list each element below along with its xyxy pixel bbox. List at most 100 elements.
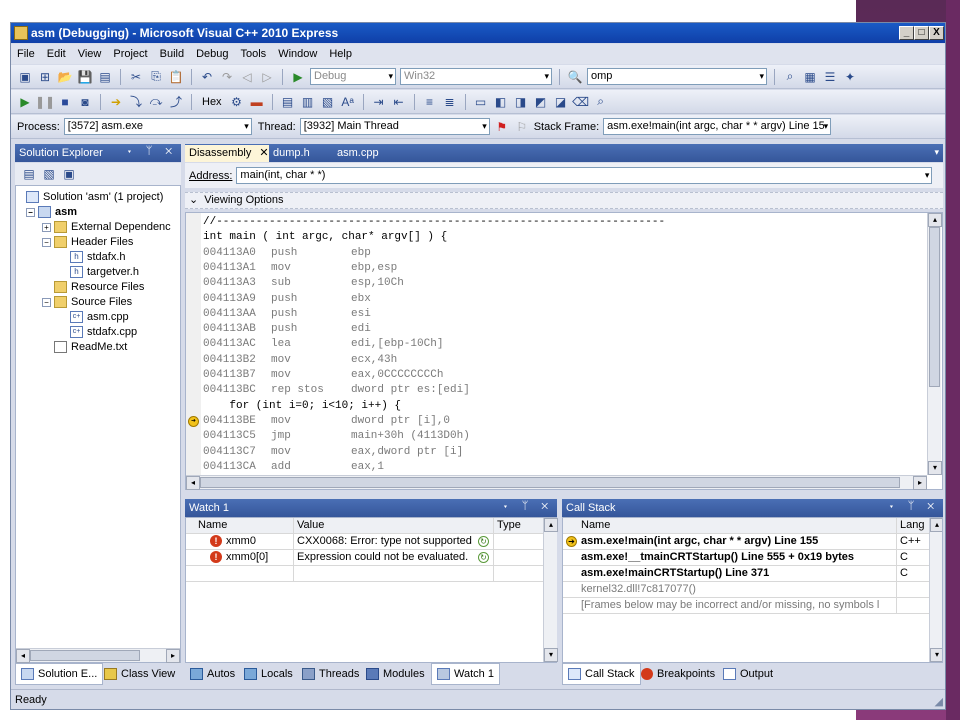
close-icon[interactable]: ✕ <box>259 147 268 159</box>
tree-item-asm-cpp[interactable]: c+ asm.cpp <box>70 310 129 325</box>
menu-file[interactable]: File <box>17 48 35 60</box>
table-row[interactable]: ! xmm0 CXX0068: Error: type not supported… <box>186 534 544 550</box>
maximize-button[interactable]: □ <box>914 26 929 40</box>
tab-call-stack[interactable]: Call Stack <box>562 663 641 685</box>
clear-bookmarks-icon[interactable]: ⌫ <box>572 94 589 110</box>
chevron-down-icon[interactable]: ▾ <box>934 147 939 158</box>
tree-item-readme[interactable]: ReadMe.txt <box>54 340 127 355</box>
table-row-empty[interactable] <box>186 566 544 582</box>
code-line[interactable]: 004113A0 push ebp <box>203 246 371 261</box>
code-line[interactable]: 004113A9 push ebx <box>203 292 371 307</box>
code-line[interactable]: 004113AA push esi <box>203 307 371 322</box>
resize-grip-icon[interactable]: ◢ <box>935 692 943 709</box>
tree-item-source-files[interactable]: − Source Files <box>42 295 132 310</box>
tree-item-external[interactable]: + External Dependenc <box>42 220 171 235</box>
find-combo[interactable]: omp ▾ <box>587 68 767 85</box>
viewing-options[interactable]: ⌄ Viewing Options <box>185 192 943 209</box>
disassembly-view[interactable]: //--------------------------------------… <box>185 212 943 490</box>
table-row[interactable]: [Frames below may be incorrect and/or mi… <box>563 598 930 614</box>
redo-icon[interactable]: ↷ <box>219 69 235 85</box>
show-next-statement-icon[interactable]: ➔ <box>108 94 124 110</box>
vertical-scrollbar[interactable]: ▴ ▾ <box>543 518 558 662</box>
uncomment-icon[interactable]: ≣ <box>442 94 458 110</box>
tab-dump-h[interactable]: dump.h <box>273 145 310 162</box>
code-line[interactable]: //--------------------------------------… <box>203 215 665 230</box>
toolbox-icon[interactable]: ✦ <box>842 69 858 85</box>
find-icon[interactable]: ⌕ <box>782 69 798 85</box>
breakpoint-icon[interactable]: ⚙ <box>229 94 245 110</box>
vertical-scrollbar[interactable]: ▴ ▾ <box>929 518 942 662</box>
column-header[interactable]: Name <box>186 518 294 533</box>
table-row[interactable]: ! xmm0[0] Expression could not be evaluat… <box>186 550 544 566</box>
scroll-right-icon[interactable]: ▸ <box>166 649 180 663</box>
refresh-icon[interactable]: ↻ <box>478 552 489 563</box>
bookmark-icon[interactable]: ▭ <box>473 94 489 110</box>
code-line[interactable]: 004113A3 sub esp,10Ch <box>203 276 404 291</box>
tree-item-stdafx-h[interactable]: h stdafx.h <box>70 250 126 265</box>
comment-icon[interactable]: ≡ <box>422 94 438 110</box>
scroll-up-icon[interactable]: ▴ <box>930 518 942 532</box>
scroll-thumb[interactable] <box>200 477 900 488</box>
tab-solution-explorer[interactable]: Solution E... <box>15 663 104 685</box>
code-line[interactable]: 004113BC rep stos dword ptr es:[edi] <box>203 383 470 398</box>
flag-thread-icon[interactable]: ⚑ <box>494 119 510 135</box>
column-header[interactable]: Value <box>294 518 494 533</box>
code-line[interactable]: 004113BE mov dword ptr [i],0 <box>203 414 450 429</box>
table-row[interactable]: kernel32.dll!7c817077() <box>563 582 930 598</box>
windows-icon[interactable]: ▬ <box>249 94 265 110</box>
new-project-icon[interactable]: ▣ <box>17 69 33 85</box>
table-row[interactable]: asm.exe!__tmainCRTStartup() Line 555 + 0… <box>563 550 930 566</box>
scroll-left-icon[interactable]: ◂ <box>16 649 30 663</box>
save-icon[interactable]: 💾 <box>77 69 93 85</box>
step-into-icon[interactable]: ⤵ <box>128 94 144 110</box>
code-line[interactable]: 004113A1 mov ebp,esp <box>203 261 397 276</box>
scroll-up-icon[interactable]: ▴ <box>928 213 942 227</box>
add-item-icon[interactable]: ⊞ <box>37 69 53 85</box>
menu-tools[interactable]: Tools <box>241 48 267 60</box>
menu-build[interactable]: Build <box>160 48 184 60</box>
panel-controls[interactable]: ▾ ᛘ ✕ <box>502 500 553 512</box>
panel-controls[interactable]: ▾ ᛘ ✕ <box>126 145 177 157</box>
tree-item-project[interactable]: − asm <box>26 205 77 220</box>
code-line[interactable]: 004113AC lea edi,[ebp-10Ch] <box>203 337 443 352</box>
start-debug-icon[interactable]: ▶ <box>290 69 306 85</box>
horizontal-scrollbar[interactable]: ◂ ▸ <box>16 648 180 663</box>
collapse-icon[interactable]: − <box>42 297 51 307</box>
collapse-icon[interactable]: − <box>42 237 51 247</box>
menu-view[interactable]: View <box>78 48 102 60</box>
break-all-icon[interactable]: ❚❚ <box>35 94 55 110</box>
code-line[interactable]: 004113C5 jmp main+30h (4113D0h) <box>203 429 470 444</box>
tab-autos[interactable]: Autos <box>185 663 240 685</box>
address-input[interactable]: main(int, char * *) ▾ <box>236 167 933 184</box>
tab-disassembly[interactable]: Disassembly ✕ <box>185 145 269 162</box>
table-row[interactable]: asm.exe!mainCRTStartup() Line 371 C <box>563 566 930 582</box>
step-out-icon[interactable]: ⤴ <box>168 94 184 110</box>
stackframe-select[interactable]: asm.exe!main(int argc, char * * argv) Li… <box>603 118 832 135</box>
prev-bookmark-icon[interactable]: ◧ <box>493 94 509 110</box>
next-bookmark-icon[interactable]: ◨ <box>513 94 529 110</box>
navigate-forward-icon[interactable]: ▷ <box>259 69 275 85</box>
code-line[interactable]: 004113B2 mov ecx,43h <box>203 353 397 368</box>
undo-icon[interactable]: ↶ <box>199 69 215 85</box>
open-file-icon[interactable]: 📂 <box>57 69 73 85</box>
tree-item-resource-files[interactable]: Resource Files <box>54 280 144 295</box>
tab-asm-cpp[interactable]: asm.cpp <box>337 145 379 162</box>
flag-all-icon[interactable]: ⚐ <box>514 119 530 135</box>
cut-icon[interactable]: ✂ <box>128 69 144 85</box>
code-line[interactable]: int main ( int argc, char* argv[] ) { <box>203 230 447 245</box>
stop-debugging-icon[interactable]: ■ <box>57 94 73 110</box>
tab-output[interactable]: Output <box>718 663 778 685</box>
properties-icon[interactable]: ▤ <box>21 166 37 182</box>
step-over-icon[interactable]: ⤼ <box>148 94 164 110</box>
panel-controls[interactable]: ▾ ᛘ ✕ <box>888 500 939 512</box>
find-in-files-icon[interactable]: 🔍 <box>567 69 583 85</box>
paste-icon[interactable]: 📋 <box>168 69 184 85</box>
menu-edit[interactable]: Edit <box>47 48 66 60</box>
vertical-scrollbar[interactable]: ▴ ▾ <box>927 213 942 475</box>
close-button[interactable]: X <box>929 26 944 40</box>
collapse-icon[interactable]: − <box>26 207 35 217</box>
expand-icon[interactable]: + <box>42 222 51 232</box>
column-header[interactable]: Type <box>494 518 544 533</box>
code-line[interactable]: 004113CA add eax,1 <box>203 460 384 475</box>
table-row[interactable]: asm.exe!main(int argc, char * * argv) Li… <box>563 534 930 550</box>
